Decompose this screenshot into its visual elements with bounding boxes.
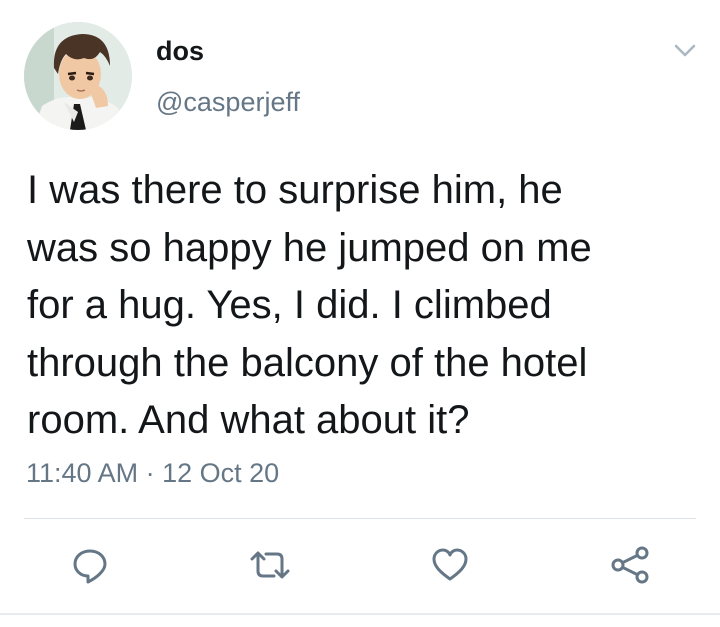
bottom-divider bbox=[0, 613, 720, 615]
like-button[interactable] bbox=[428, 543, 472, 587]
reply-icon bbox=[73, 549, 107, 584]
timestamp[interactable]: 11:40 AM · 12 Oct 20 bbox=[26, 458, 279, 489]
retweet-button[interactable] bbox=[248, 543, 292, 587]
tweet-date: 12 Oct 20 bbox=[162, 458, 280, 488]
heart-icon bbox=[432, 548, 468, 581]
divider bbox=[24, 518, 696, 519]
tweet-time: 11:40 AM bbox=[26, 458, 139, 488]
more-options-chevron-down-icon[interactable] bbox=[670, 38, 700, 64]
anime-character-avatar-icon bbox=[24, 22, 132, 130]
tweet-text: I was there to surprise him, he was so h… bbox=[27, 168, 592, 442]
share-icon bbox=[611, 546, 649, 584]
user-handle[interactable]: @casperjeff bbox=[156, 87, 300, 118]
reply-button[interactable] bbox=[68, 543, 112, 587]
avatar[interactable] bbox=[24, 22, 132, 130]
timestamp-separator: · bbox=[145, 458, 155, 488]
display-name[interactable]: dos bbox=[156, 36, 204, 67]
share-button[interactable] bbox=[608, 543, 652, 587]
retweet-icon bbox=[250, 551, 290, 579]
